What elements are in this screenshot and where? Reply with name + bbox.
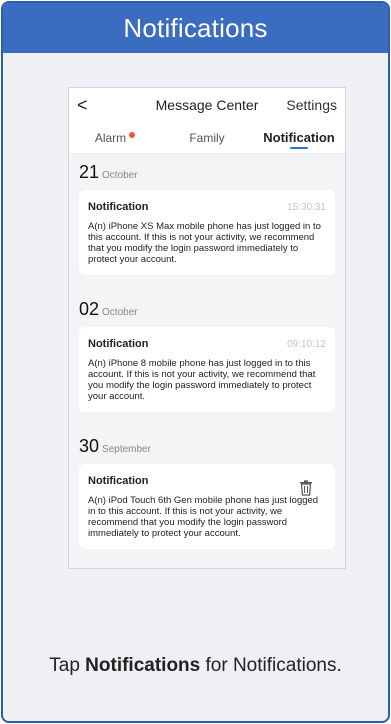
card-title: Notification [88,338,149,350]
date-day: 21 [79,162,100,182]
tab-family[interactable]: Family [161,122,253,153]
back-icon[interactable]: < [77,95,97,116]
nav-bar: < Message Center Settings [69,88,345,122]
caption-suffix: for Notifications. [200,655,342,676]
notification-card[interactable]: Notification 09:10:12 A(n) iPhone 8 mobi… [79,327,335,412]
card-time: 15:30:31 [287,201,326,213]
date-day: 02 [79,299,100,319]
panel-title: Notifications [123,12,268,43]
notification-card[interactable]: Notification A(n) iPod Touch 6th Gen mob… [79,464,335,549]
card-body: A(n) iPhone XS Max mobile phone has just… [88,221,321,265]
tab-alarm[interactable]: Alarm [69,122,161,153]
date-header: 30 September [79,428,335,464]
date-header: 02 October [79,291,335,327]
panel-header: Notifications [3,3,388,53]
date-month: October [102,170,138,181]
tab-notification[interactable]: Notification [253,122,345,153]
date-month: September [102,444,151,455]
notification-card[interactable]: Notification 15:30:31 A(n) iPhone XS Max… [79,190,335,275]
card-time: 09:10:12 [287,338,326,350]
caption-prefix: Tap [49,655,86,676]
card-body: A(n) iPod Touch 6th Gen mobile phone has… [88,495,319,539]
card-body: A(n) iPhone 8 mobile phone has just logg… [88,358,316,402]
instruction-caption: Tap Notifications for Notifications. [3,655,388,677]
caption-highlight: Notifications [85,655,201,676]
tab-label: Family [189,130,225,145]
tab-bar: Alarm Family Notification [69,122,345,154]
date-month: October [102,307,138,318]
date-day: 30 [79,436,100,456]
trash-icon[interactable] [299,480,313,496]
tab-label: Notification [263,130,335,145]
settings-button[interactable]: Settings [286,97,337,113]
card-title: Notification [88,201,149,213]
notification-list: 21 October Notification 15:30:31 A(n) iP… [69,154,345,549]
instruction-panel: Notifications < Message Center Settings … [1,1,390,723]
phone-screenshot: < Message Center Settings Alarm Family N… [68,87,346,569]
date-header: 21 October [79,154,335,190]
tab-label: Alarm [94,130,127,145]
card-title: Notification [88,475,149,487]
unread-badge [129,131,136,138]
